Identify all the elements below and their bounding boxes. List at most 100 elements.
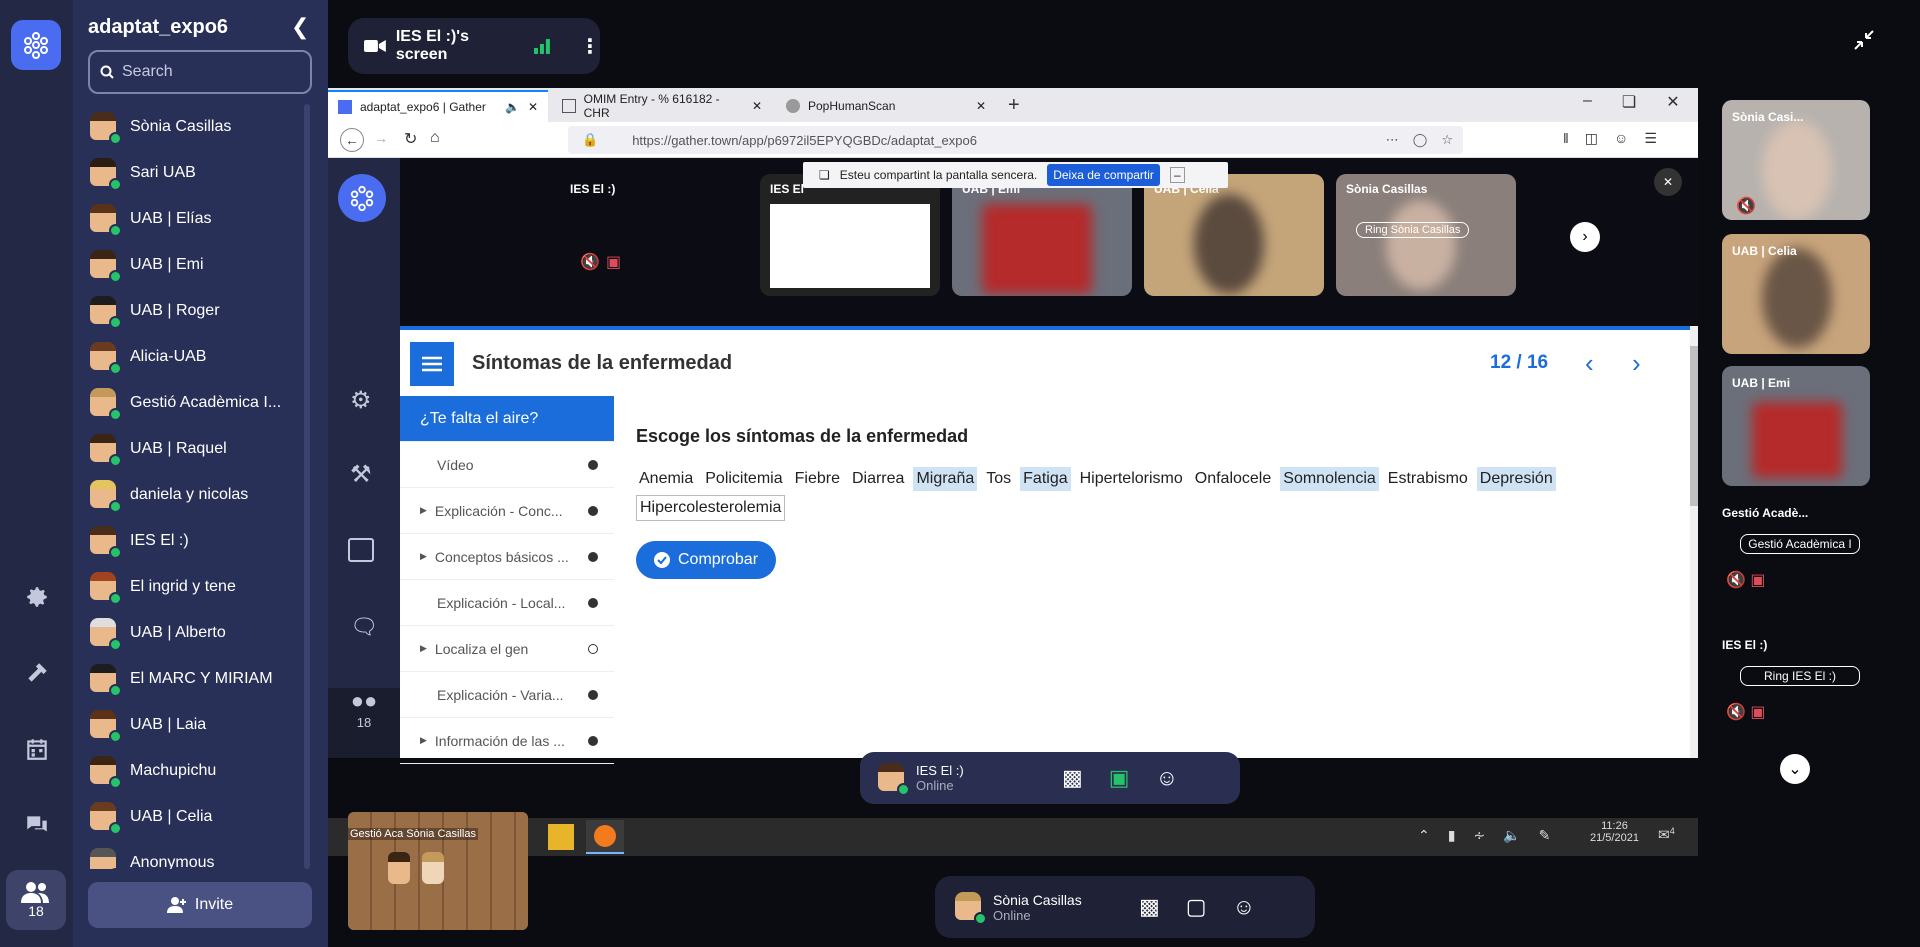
lesson-nav-item[interactable]: ▶ Información de las ...	[400, 718, 614, 764]
participant-item[interactable]: Alicia-UAB	[88, 334, 318, 380]
expand-triangle-icon[interactable]: ▶	[420, 505, 427, 516]
participant-item[interactable]: UAB | Elías	[88, 196, 318, 242]
symptom-word[interactable]: Estrabismo	[1385, 467, 1471, 491]
settings-gear-icon[interactable]	[20, 580, 54, 614]
file-explorer-icon[interactable]	[548, 824, 574, 850]
build-hammer-icon[interactable]	[20, 656, 54, 690]
inner-settings-icon[interactable]: ⚙	[350, 386, 372, 415]
inner-gather-logo-icon[interactable]	[338, 174, 386, 222]
minimize-window-icon[interactable]: –	[1583, 92, 1592, 112]
inner-calendar-icon[interactable]	[348, 538, 374, 562]
invite-button[interactable]: Invite	[88, 882, 312, 928]
video-tile[interactable]: IES El	[760, 174, 940, 296]
participant-item[interactable]: Anonymous	[88, 840, 318, 869]
video-tile[interactable]: UAB | Emi	[952, 174, 1132, 296]
symptom-word[interactable]: Tos	[983, 467, 1014, 491]
volume-icon[interactable]: 🔈	[1503, 827, 1520, 844]
search-input[interactable]	[122, 63, 302, 81]
video-tile[interactable]: Sònia Casillas Ring Sònia Casillas	[1336, 174, 1516, 296]
prev-page-chevron-icon[interactable]: ‹	[1585, 348, 1594, 379]
video-tile[interactable]: UAB | Celia	[1144, 174, 1324, 296]
lesson-menu-button[interactable]	[410, 342, 454, 386]
bookmark-star-icon[interactable]: ☆	[1441, 132, 1453, 148]
stop-sharing-button[interactable]: Deixa de compartir	[1047, 164, 1160, 186]
hide-notice-icon[interactable]: –	[1169, 167, 1185, 183]
participant-item[interactable]: Sari UAB	[88, 150, 318, 196]
symptom-word[interactable]: Migraña	[913, 467, 978, 491]
lesson-nav-item[interactable]: ▶ Localiza el gen	[400, 626, 614, 672]
symptom-word[interactable]: Diarrea	[849, 467, 907, 491]
page-actions-icon[interactable]: ⋯	[1386, 132, 1399, 148]
back-arrow-icon[interactable]: ←	[340, 128, 364, 152]
inner-emoji-icon[interactable]: ☺	[1156, 765, 1178, 791]
inner-screen-share-icon[interactable]: ▣	[1109, 765, 1130, 791]
wifi-icon[interactable]: ∻	[1473, 827, 1485, 844]
calendar-icon[interactable]	[20, 732, 54, 766]
participant-item[interactable]: Gestió Acadèmica I...	[88, 380, 318, 426]
inner-user-status[interactable]: IES El :) Online	[876, 761, 1036, 796]
browser-tab-omim[interactable]: OMIM Entry - % 616182 - CHR ✕	[552, 90, 772, 122]
tray-chevron-icon[interactable]: ⌃	[1418, 827, 1430, 844]
search-box[interactable]	[88, 50, 312, 94]
participant-item[interactable]: UAB | Raquel	[88, 426, 318, 472]
account-icon[interactable]: ☺	[1614, 130, 1628, 147]
scroll-down-chevron-icon[interactable]: ⌄	[1780, 754, 1810, 784]
sidebar-scrollbar[interactable]	[304, 104, 310, 869]
expand-triangle-icon[interactable]: ▶	[420, 735, 427, 746]
participant-item[interactable]: UAB | Alberto	[88, 610, 318, 656]
participant-card[interactable]: IES El :) Ring IES El :) 🔇 ▣	[1722, 638, 1912, 722]
inner-map-icon[interactable]: ▩	[1062, 765, 1083, 791]
lesson-nav-item[interactable]: ▶ Conceptos básicos ...	[400, 534, 614, 580]
symptom-word[interactable]: Hipercolesterolemia	[636, 495, 786, 521]
collapse-chevron-left-icon[interactable]: ❮	[291, 14, 309, 40]
participant-item[interactable]: daniela y nicolas	[88, 472, 318, 518]
lesson-nav-item[interactable]: Explicación - Local...	[400, 580, 614, 626]
pen-icon[interactable]: ✎	[1539, 827, 1551, 844]
reload-icon[interactable]: ↻	[404, 129, 417, 149]
user-status[interactable]: Sònia Casillas Online	[953, 890, 1113, 925]
symptom-word[interactable]: Depresión	[1476, 467, 1556, 491]
check-button[interactable]: Comprobar	[636, 541, 776, 579]
participant-item[interactable]: Sònia Casillas	[88, 104, 318, 150]
minimap[interactable]: Gestió Aca Sònia Casillas	[348, 812, 528, 930]
map-icon[interactable]: ▩	[1139, 894, 1160, 920]
inner-participants-button[interactable]: ●● 18	[346, 688, 382, 732]
participant-item[interactable]: UAB | Emi	[88, 242, 318, 288]
pocket-icon[interactable]: ◯	[1413, 132, 1428, 148]
library-icon[interactable]: ‖	[1563, 130, 1569, 147]
symptom-word[interactable]: Anemia	[636, 467, 696, 491]
participant-item[interactable]: UAB | Laia	[88, 702, 318, 748]
right-video-tile[interactable]: UAB | Celia	[1722, 234, 1870, 354]
next-page-chevron-icon[interactable]: ›	[1632, 348, 1641, 379]
participant-card[interactable]: Gestió Acadè... Gestió Acadèmica I 🔇 ▣	[1722, 506, 1912, 590]
battery-icon[interactable]: ▮	[1448, 827, 1456, 844]
participant-item[interactable]: El MARC Y MIRIAM	[88, 656, 318, 702]
participant-item[interactable]: IES El :)	[88, 518, 318, 564]
symptom-word[interactable]: Fatiga	[1020, 467, 1071, 491]
next-videos-chevron-icon[interactable]: ›	[1570, 222, 1600, 252]
taskbar-clock[interactable]: 11:26 21/5/2021	[1590, 820, 1639, 844]
expand-triangle-icon[interactable]: ▶	[420, 643, 427, 654]
participant-item[interactable]: El ingrid y tene	[88, 564, 318, 610]
symptom-word[interactable]: Onfalocele	[1192, 467, 1275, 491]
restore-window-icon[interactable]: ❏	[1622, 92, 1636, 112]
lesson-nav-item[interactable]: ▶ Explicación - Conc...	[400, 488, 614, 534]
inner-hammer-icon[interactable]: ⚒	[350, 460, 372, 489]
video-tile[interactable]: IES El :) 🔇 ▣	[570, 174, 750, 296]
symptom-word[interactable]: Hipertelorismo	[1077, 467, 1186, 491]
ring-button[interactable]: Ring Sònia Casillas	[1356, 222, 1470, 238]
participant-item[interactable]: UAB | Celia	[88, 794, 318, 840]
participant-item[interactable]: UAB | Roger	[88, 288, 318, 334]
browser-tab-gather[interactable]: adaptat_expo6 | Gather 🔈 ✕	[328, 90, 548, 122]
symptom-word[interactable]: Policitemia	[702, 467, 785, 491]
new-tab-plus-icon[interactable]: +	[1008, 94, 1020, 117]
browser-tab-pophumanscan[interactable]: PopHumanScan ✕	[776, 90, 996, 122]
lesson-nav-item[interactable]: Vídeo	[400, 442, 614, 488]
chat-bubbles-icon[interactable]	[20, 808, 54, 842]
firefox-taskbar-icon[interactable]	[586, 820, 624, 854]
lesson-nav-item[interactable]: ¿Te falta el aire?	[400, 396, 614, 442]
more-options-icon[interactable]: ⋮	[580, 34, 600, 59]
symptom-word[interactable]: Fiebre	[792, 467, 843, 491]
address-bar[interactable]: 🔒 https://gather.town/app/p6972il5EPYQGB…	[568, 126, 1463, 154]
emoji-icon[interactable]: ☺	[1233, 894, 1255, 920]
